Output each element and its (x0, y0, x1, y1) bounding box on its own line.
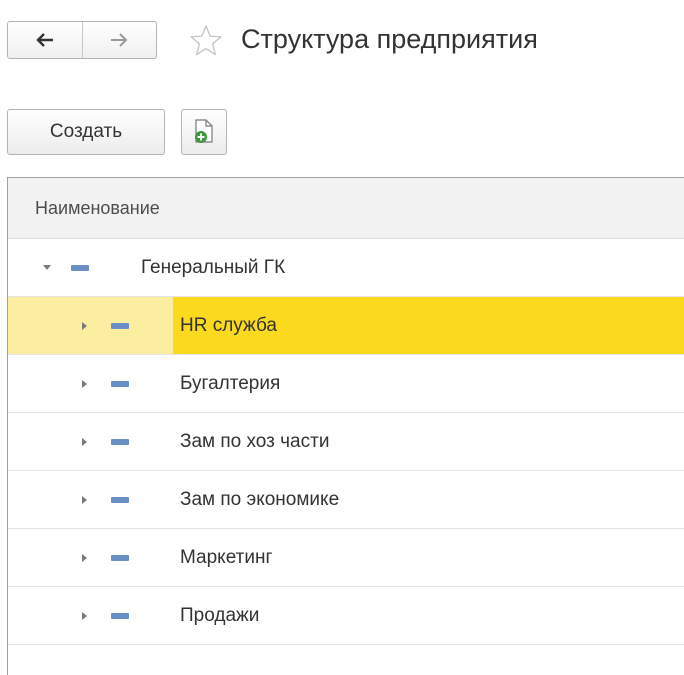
tree-row-label: Маркетинг (180, 546, 273, 568)
triangle-right-icon (82, 611, 87, 620)
page-title: Структура предприятия (241, 24, 538, 54)
triangle-right-icon (82, 321, 87, 330)
tree-row[interactable]: Зам по экономике (8, 471, 684, 529)
tree-row[interactable]: Бугалтерия (8, 355, 684, 413)
expand-toggle[interactable] (78, 493, 92, 507)
tree-row-label: Продажи (180, 604, 260, 626)
tree-row-label: Зам по хоз части (180, 430, 330, 452)
group-node-icon (111, 322, 129, 329)
nav-button-group (7, 21, 157, 59)
tree-row[interactable]: HR служба (8, 297, 684, 355)
expand-toggle[interactable] (78, 551, 92, 565)
tree-table: Наименование Генеральный ГК HR служба Бу… (7, 177, 684, 675)
expand-toggle[interactable] (78, 435, 92, 449)
star-outline-icon[interactable] (189, 24, 223, 58)
triangle-right-icon (82, 495, 87, 504)
column-header-name[interactable]: Наименование (8, 178, 684, 239)
triangle-down-icon (43, 264, 51, 270)
tree-row-label: Генеральный ГК (141, 256, 286, 278)
create-button[interactable]: Создать (7, 109, 165, 155)
back-button[interactable] (8, 22, 82, 58)
expand-toggle[interactable] (78, 609, 92, 623)
document-add-icon (195, 119, 213, 143)
tree-row-label: HR служба (180, 314, 277, 336)
arrow-right-icon (111, 33, 128, 47)
tree-row[interactable]: Зам по хоз части (8, 413, 684, 471)
expand-toggle[interactable] (40, 261, 54, 275)
tree-row[interactable]: Маркетинг (8, 529, 684, 587)
triangle-right-icon (82, 437, 87, 446)
group-node-icon (111, 496, 129, 503)
arrow-left-icon (36, 33, 53, 47)
tree-row-label: Бугалтерия (180, 372, 281, 394)
triangle-right-icon (82, 553, 87, 562)
tree-row-root[interactable]: Генеральный ГК (8, 239, 684, 297)
group-node-icon (111, 380, 129, 387)
tree-row[interactable]: Продажи (8, 587, 684, 645)
forward-button[interactable] (81, 22, 157, 58)
group-node-icon (71, 264, 89, 271)
add-document-button[interactable] (181, 109, 227, 155)
page: Структура предприятия Создать Наименован… (0, 0, 684, 675)
group-node-icon (111, 438, 129, 445)
triangle-right-icon (82, 379, 87, 388)
group-node-icon (111, 554, 129, 561)
expand-toggle[interactable] (78, 377, 92, 391)
expand-toggle[interactable] (78, 319, 92, 333)
group-node-icon (111, 612, 129, 619)
tree-row-label: Зам по экономике (180, 488, 340, 510)
